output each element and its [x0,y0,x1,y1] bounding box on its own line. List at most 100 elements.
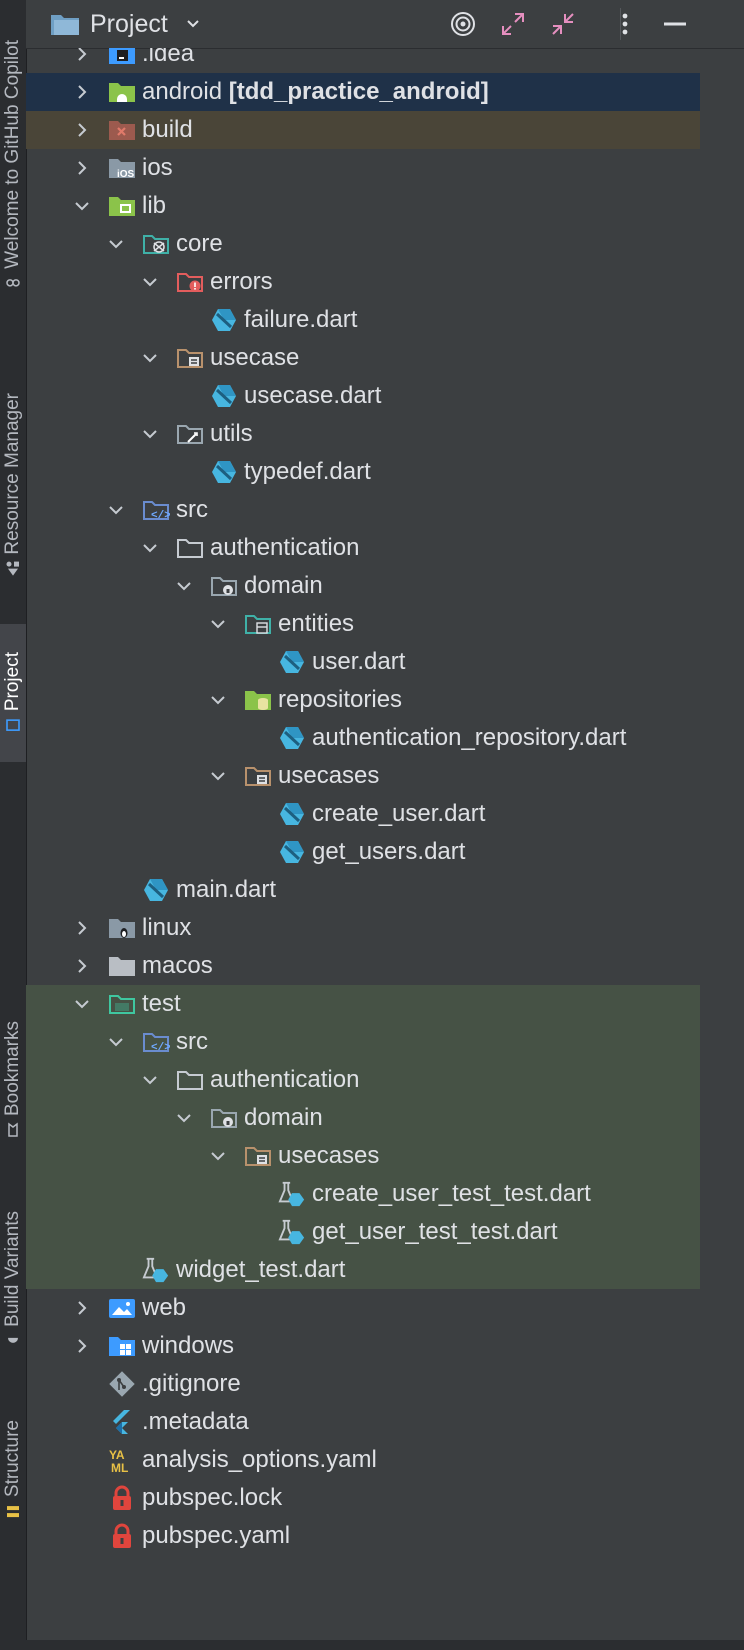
svg-text:ML: ML [111,1461,128,1474]
chevron-down-icon[interactable] [72,196,92,216]
tab-github-copilot[interactable]: Welcome to GitHub Copilot [0,0,26,330]
tree-row[interactable]: widget_test.dart [26,1251,700,1289]
tree-row[interactable]: authentication [26,529,700,567]
tree-row-name: domain [244,1104,323,1131]
tree-row[interactable]: usecases [26,1137,700,1175]
tree-row[interactable]: android [tdd_practice_android] [26,73,700,111]
tree-row[interactable]: usecase [26,339,700,377]
folder-repositories-icon [244,686,272,714]
tree-row[interactable]: domain [26,567,700,605]
android-icon [8,1337,18,1343]
tree-row[interactable]: core [26,225,700,263]
tree-row[interactable]: typedef.dart [26,453,700,491]
tree-row[interactable]: create_user.dart [26,795,700,833]
tree-row[interactable]: authentication [26,1061,700,1099]
tree-row[interactable]: build [26,111,700,149]
tree-row[interactable]: usecase.dart [26,377,700,415]
chevron-down-icon[interactable] [174,1108,194,1128]
folder-web-icon [108,1294,136,1322]
tree-row[interactable]: authentication_repository.dart [26,719,700,757]
locate-file-button[interactable] [445,6,481,42]
dart-file-icon [278,838,306,866]
chevron-down-icon[interactable] [208,614,228,634]
tree-row-label: entities [278,605,354,643]
tree-row[interactable]: iOS ios [26,149,700,187]
chevron-right-icon[interactable] [72,1298,92,1318]
tree-row[interactable]: windows [26,1327,700,1365]
tree-row[interactable]: entities [26,605,700,643]
tree-row[interactable]: main.dart [26,871,700,909]
tab-resource-manager[interactable]: Resource Manager [0,370,26,600]
options-menu-button[interactable] [607,6,643,42]
chevron-down-icon[interactable] [174,576,194,596]
tree-row-name: linux [142,914,192,941]
tab-project[interactable]: Project [0,624,26,762]
tree-row[interactable]: lib [26,187,700,225]
project-panel-header: Project [26,0,744,49]
chevron-down-icon[interactable] [140,272,160,292]
expand-all-button[interactable] [495,6,531,42]
tree-row[interactable]: YA ML analysis_options.yaml [26,1441,700,1479]
expand-all-icon [502,13,524,35]
chevron-down-icon[interactable] [72,994,92,1014]
tree-row-label: repositories [278,681,402,719]
tree-row[interactable]: user.dart [26,643,700,681]
chevron-down-icon[interactable] [140,348,160,368]
tree-row[interactable]: failure.dart [26,301,700,339]
chevron-right-icon[interactable] [72,48,92,64]
chevron-right-icon[interactable] [72,918,92,938]
tab-bookmarks[interactable]: Bookmarks [0,1000,26,1160]
chevron-down-icon[interactable] [208,690,228,710]
chevron-down-icon[interactable] [106,500,126,520]
chevron-right-icon[interactable] [72,956,92,976]
chevron-down-icon[interactable] [106,234,126,254]
tree-row[interactable]: get_users.dart [26,833,700,871]
tree-row[interactable]: repositories [26,681,700,719]
tree-row[interactable]: .gitignore [26,1365,700,1403]
chevron-right-icon[interactable] [72,82,92,102]
tree-row-label: ios [142,149,173,187]
tree-row[interactable]: get_user_test_test.dart [26,1213,700,1251]
tree-row[interactable]: .metadata [26,1403,700,1441]
tree-row-label: usecases [278,1137,379,1175]
tree-row-name: get_users.dart [312,838,466,865]
tree-row[interactable]: macos [26,947,700,985]
chevron-down-icon[interactable] [140,424,160,444]
tree-row[interactable]: pubspec.lock [26,1479,700,1517]
tree-row-label: src [176,491,208,529]
tree-row[interactable]: linux [26,909,700,947]
folder-domain-icon [210,1104,238,1132]
chevron-down-icon[interactable] [208,766,228,786]
hide-panel-button[interactable] [657,6,693,42]
tree-row[interactable]: utils [26,415,700,453]
tab-build-variants[interactable]: Build Variants [0,1190,26,1370]
tree-row[interactable]: usecases [26,757,700,795]
tab-structure[interactable]: Structure [0,1400,26,1540]
chevron-down-icon[interactable] [140,1070,160,1090]
tree-row[interactable]: .idea [26,48,700,73]
tree-row[interactable]: </> src [26,1023,700,1061]
chevron-right-icon[interactable] [72,120,92,140]
tree-row[interactable]: test [26,985,700,1023]
chevron-down-icon[interactable] [106,1032,126,1052]
tree-row[interactable]: </> src [26,491,700,529]
collapse-all-button[interactable] [545,6,581,42]
project-view-selector[interactable]: Project [50,10,202,39]
chevron-right-icon[interactable] [72,158,92,178]
tree-row[interactable]: errors [26,263,700,301]
folder-excluded-icon [108,116,136,144]
tree-row-name: errors [210,268,273,295]
chevron-right-icon[interactable] [72,1336,92,1356]
tree-row[interactable]: create_user_test_test.dart [26,1175,700,1213]
tree-row-label: usecases [278,757,379,795]
tree-row-label: create_user_test_test.dart [312,1175,591,1213]
dart-test-file-icon [142,1256,170,1284]
chevron-down-icon[interactable] [140,538,160,558]
folder-domain-icon [210,572,238,600]
tree-row[interactable]: web [26,1289,700,1327]
chevron-down-icon[interactable] [208,1146,228,1166]
tree-row[interactable]: pubspec.yaml [26,1517,700,1555]
tree-row[interactable]: domain [26,1099,700,1137]
dart-test-file-icon [278,1218,306,1246]
folder-usecase-icon [244,1142,272,1170]
